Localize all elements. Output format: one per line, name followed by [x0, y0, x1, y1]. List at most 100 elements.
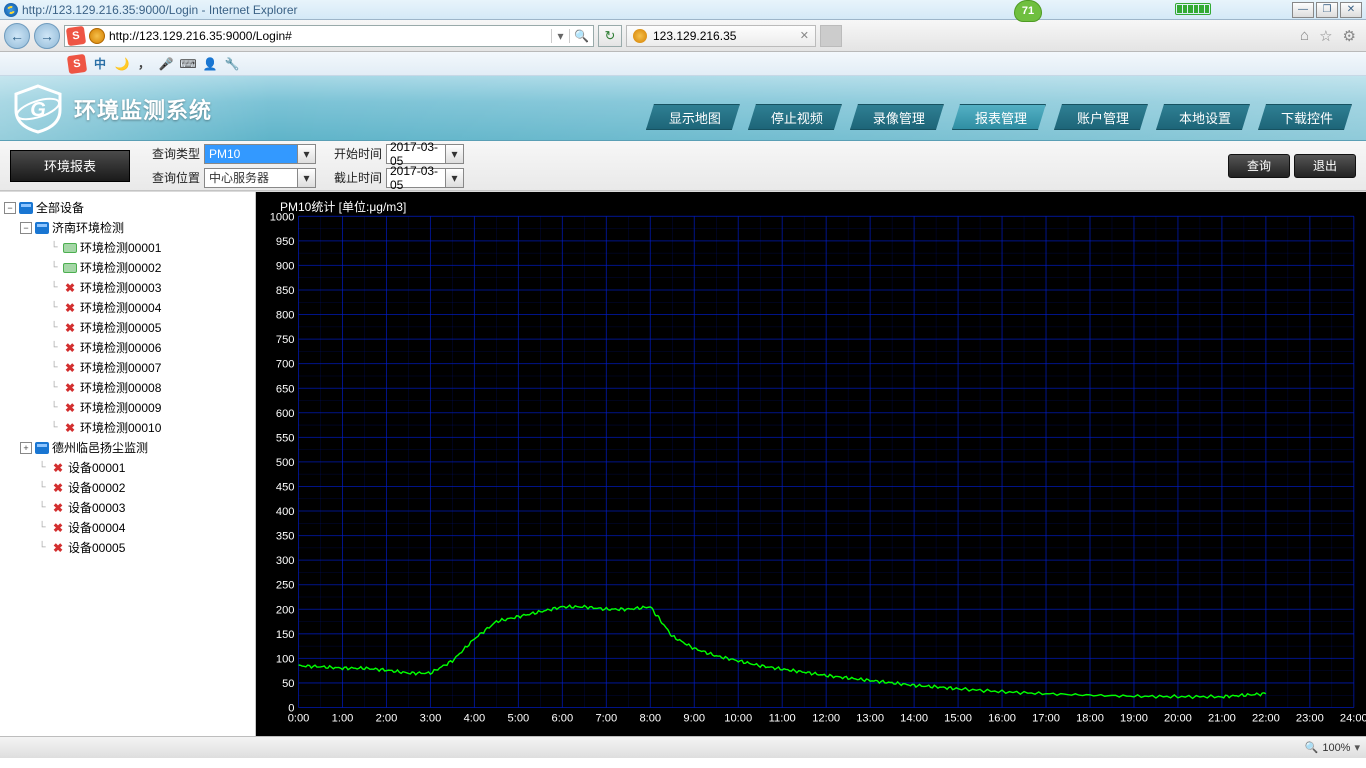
svg-text:10:00: 10:00: [724, 713, 752, 725]
device-error-icon: ✖: [63, 419, 77, 437]
tree-item[interactable]: 设备00004: [68, 519, 125, 537]
logo-shield-icon: G: [10, 84, 66, 134]
start-time-label: 开始时间: [326, 145, 382, 162]
minimize-button[interactable]: —: [1292, 2, 1314, 18]
svg-text:450: 450: [276, 482, 295, 494]
tree-item[interactable]: 环境检测00009: [80, 399, 161, 417]
refresh-button[interactable]: ↻: [598, 25, 622, 47]
top-menu: 显示地图停止视频录像管理报表管理账户管理本地设置下载控件: [646, 104, 1352, 130]
tree-item[interactable]: 环境检测00008: [80, 379, 161, 397]
env-report-tab[interactable]: 环境报表: [10, 150, 130, 182]
end-date-select[interactable]: 2017-03-05 ▾: [386, 168, 464, 188]
url-input[interactable]: [107, 29, 551, 43]
menu-0[interactable]: 显示地图: [646, 104, 740, 130]
svg-text:150: 150: [276, 629, 295, 641]
menu-5[interactable]: 本地设置: [1156, 104, 1250, 130]
end-date-value: 2017-03-05: [387, 164, 445, 192]
tree-item[interactable]: 环境检测00006: [80, 339, 161, 357]
svg-text:850: 850: [276, 285, 295, 297]
svg-text:900: 900: [276, 260, 295, 272]
url-dropdown-icon[interactable]: ▾: [551, 29, 569, 43]
tree-item[interactable]: 环境检测00007: [80, 359, 161, 377]
tools-icon[interactable]: ⚙: [1343, 27, 1356, 45]
menu-3[interactable]: 报表管理: [952, 104, 1046, 130]
tree-item[interactable]: 环境检测00010: [80, 419, 161, 437]
svg-text:600: 600: [276, 408, 295, 420]
line-chart: 0501001502002503003504004505005506006507…: [256, 192, 1366, 744]
tree-item[interactable]: 环境检测00005: [80, 319, 161, 337]
tree-item[interactable]: 环境检测00003: [80, 279, 161, 297]
back-button[interactable]: ←: [4, 23, 30, 49]
ime-mode-icon[interactable]: 中: [92, 56, 108, 72]
close-button[interactable]: ✕: [1340, 2, 1362, 18]
menu-4[interactable]: 账户管理: [1054, 104, 1148, 130]
moon-icon[interactable]: 🌙: [114, 56, 130, 72]
svg-text:100: 100: [276, 653, 295, 665]
search-icon[interactable]: 🔍: [569, 29, 593, 43]
svg-text:3:00: 3:00: [420, 713, 442, 725]
restore-button[interactable]: ❐: [1316, 2, 1338, 18]
server-icon: [35, 442, 49, 454]
tree-item[interactable]: 环境检测00004: [80, 299, 161, 317]
search-button[interactable]: 查询: [1228, 154, 1290, 178]
chevron-down-icon: ▾: [297, 145, 315, 163]
forward-button[interactable]: →: [34, 23, 60, 49]
tree-item[interactable]: 环境检测00002: [80, 259, 161, 277]
tree-root[interactable]: 全部设备: [36, 199, 84, 217]
tree-item[interactable]: 环境检测00001: [80, 239, 161, 257]
expand-icon[interactable]: −: [4, 202, 16, 214]
svg-text:750: 750: [276, 334, 295, 346]
query-loc-select[interactable]: 中心服务器 ▾: [204, 168, 316, 188]
exit-button[interactable]: 退出: [1294, 154, 1356, 178]
app-banner: G 环境监测系统 显示地图停止视频录像管理报表管理账户管理本地设置下载控件: [0, 76, 1366, 141]
window-titlebar: http://123.129.216.35:9000/Login - Inter…: [0, 0, 1366, 20]
tree-item[interactable]: 设备00002: [68, 479, 125, 497]
battery-indicator: [1175, 3, 1211, 15]
svg-text:700: 700: [276, 359, 295, 371]
menu-6[interactable]: 下载控件: [1258, 104, 1352, 130]
app-title: 环境监测系统: [74, 93, 212, 125]
svg-text:11:00: 11:00: [769, 713, 796, 725]
new-tab-button[interactable]: [820, 25, 842, 47]
microphone-icon[interactable]: 🎤: [158, 56, 174, 72]
ie-icon: [4, 3, 18, 17]
start-date-select[interactable]: 2017-03-05 ▾: [386, 144, 464, 164]
menu-2[interactable]: 录像管理: [850, 104, 944, 130]
device-tree[interactable]: −全部设备−济南环境检测└环境检测00001└环境检测00002└✖环境检测00…: [0, 192, 256, 736]
menu-1[interactable]: 停止视频: [748, 104, 842, 130]
sogou-ime-icon[interactable]: S: [67, 53, 87, 73]
end-time-label: 截止时间: [326, 169, 382, 186]
device-error-icon: ✖: [63, 339, 77, 357]
tree-group[interactable]: 济南环境检测: [52, 219, 124, 237]
expand-icon[interactable]: −: [20, 222, 32, 234]
svg-text:13:00: 13:00: [856, 713, 884, 725]
home-icon[interactable]: ⌂: [1300, 27, 1309, 45]
favorites-icon[interactable]: ☆: [1319, 27, 1332, 45]
tab-favicon-icon: [633, 29, 647, 43]
address-bar[interactable]: S ▾ 🔍: [64, 25, 594, 47]
tree-item[interactable]: 设备00003: [68, 499, 125, 517]
chevron-down-icon: ▾: [297, 169, 315, 187]
tree-item[interactable]: 设备00005: [68, 539, 125, 557]
keyboard-icon[interactable]: ⌨: [180, 56, 196, 72]
query-type-select[interactable]: PM10 ▾: [204, 144, 316, 164]
tab-close-icon[interactable]: ✕: [800, 29, 809, 42]
tree-item[interactable]: 设备00001: [68, 459, 125, 477]
device-error-icon: ✖: [51, 479, 65, 497]
query-loc-label: 查询位置: [144, 169, 200, 186]
svg-text:6:00: 6:00: [552, 713, 574, 725]
comma-icon[interactable]: ，: [136, 56, 152, 72]
query-type-value: PM10: [205, 147, 297, 161]
expand-icon[interactable]: +: [20, 442, 32, 454]
svg-text:18:00: 18:00: [1076, 713, 1104, 725]
device-error-icon: ✖: [63, 319, 77, 337]
svg-text:0:00: 0:00: [288, 713, 310, 725]
browser-tab[interactable]: 123.129.216.35 ✕: [626, 25, 816, 47]
person-icon[interactable]: 👤: [202, 56, 218, 72]
wrench-icon[interactable]: 🔧: [224, 56, 240, 72]
svg-text:1000: 1000: [270, 211, 295, 223]
device-ok-icon: [63, 263, 77, 273]
browser-navbar: ← → S ▾ 🔍 ↻ 123.129.216.35 ✕ ⌂ ☆ ⚙: [0, 20, 1366, 52]
device-error-icon: ✖: [63, 359, 77, 377]
tree-group[interactable]: 德州临邑扬尘监测: [52, 439, 148, 457]
